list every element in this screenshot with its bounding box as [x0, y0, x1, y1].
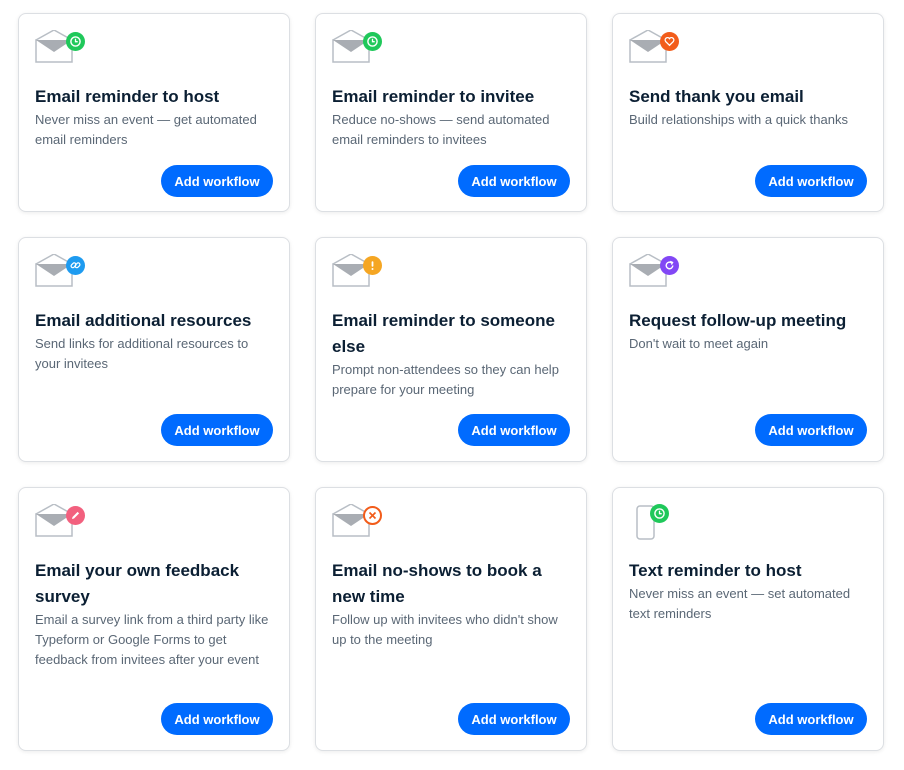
envelope-icon [332, 254, 382, 292]
workflow-template-card: Email reminder to someone else Prompt non… [315, 237, 587, 462]
add-workflow-button[interactable]: Add workflow [161, 703, 273, 735]
envelope-icon [332, 30, 382, 68]
add-workflow-button[interactable]: Add workflow [458, 703, 570, 735]
card-title: Email reminder to invitee [332, 87, 535, 106]
workflow-template-card: Email your own feedback survey Email a su… [18, 487, 290, 751]
add-workflow-button[interactable]: Add workflow [458, 165, 570, 197]
envelope-icon [629, 254, 679, 292]
card-title: Email reminder to host [35, 87, 220, 106]
add-workflow-button[interactable]: Add workflow [458, 414, 570, 446]
refresh-icon [660, 256, 679, 275]
workflow-template-card: Email additional resources Send links for… [18, 237, 290, 462]
card-description: Send links for additional resources to y… [35, 336, 249, 371]
card-title: Send thank you email [629, 87, 804, 106]
pencil-icon [66, 506, 85, 525]
link-icon [66, 256, 85, 275]
card-description: Never miss an event — get automated emai… [35, 112, 257, 147]
add-workflow-button[interactable]: Add workflow [161, 165, 273, 197]
workflow-template-card: Text reminder to host Never miss an event… [612, 487, 884, 751]
card-description: Never miss an event — set automated text… [629, 586, 851, 621]
envelope-icon [629, 30, 679, 68]
phone-icon [629, 504, 677, 542]
workflow-template-card: Send thank you email Build relationships … [612, 13, 884, 212]
card-title: Request follow-up meeting [629, 311, 847, 330]
card-title: Email reminder to someone else [332, 311, 555, 356]
card-description: Prompt non-attendees so they can help pr… [332, 362, 559, 397]
card-title: Email your own feedback survey [35, 561, 240, 606]
clock-icon [66, 32, 85, 51]
card-title: Text reminder to host [629, 561, 802, 580]
exclamation-icon [363, 256, 382, 275]
envelope-icon [35, 504, 85, 542]
workflow-template-card: Email reminder to invitee Reduce no-shows… [315, 13, 587, 212]
clock-icon [650, 504, 669, 523]
envelope-icon [332, 504, 382, 542]
add-workflow-button[interactable]: Add workflow [755, 414, 867, 446]
clock-icon [363, 32, 382, 51]
card-description: Email a survey link from a third party l… [35, 612, 269, 667]
card-description: Reduce no-shows — send automated email r… [332, 112, 550, 147]
card-title: Email no-shows to book a new time [332, 561, 542, 606]
envelope-icon [35, 254, 85, 292]
workflow-template-card: Email no-shows to book a new time Follow … [315, 487, 587, 751]
card-description: Build relationships with a quick thanks [629, 112, 848, 127]
heart-icon [660, 32, 679, 51]
card-description: Don't wait to meet again [629, 336, 769, 351]
card-description: Follow up with invitees who didn't show … [332, 612, 558, 647]
workflow-template-card: Request follow-up meeting Don't wait to m… [612, 237, 884, 462]
envelope-icon [35, 30, 85, 68]
add-workflow-button[interactable]: Add workflow [755, 165, 867, 197]
add-workflow-button[interactable]: Add workflow [755, 703, 867, 735]
workflow-template-card: Email reminder to host Never miss an even… [18, 13, 290, 212]
x-circle-icon [363, 506, 382, 525]
card-title: Email additional resources [35, 311, 252, 330]
add-workflow-button[interactable]: Add workflow [161, 414, 273, 446]
